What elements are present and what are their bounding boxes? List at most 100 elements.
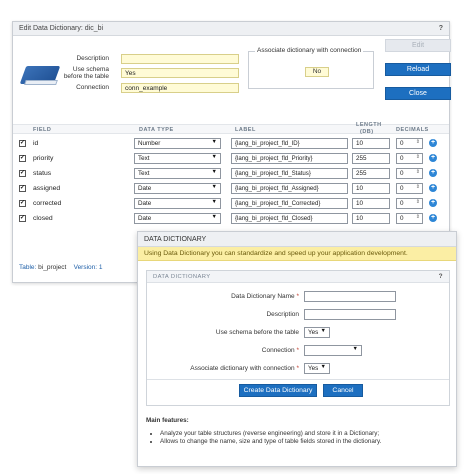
field-checkbox[interactable]: ✓ <box>19 185 26 192</box>
associate-connection-legend: Associate dictionary with connection <box>255 47 364 54</box>
add-field-icon[interactable]: + <box>429 154 437 162</box>
field-checkbox[interactable]: ✓ <box>19 155 26 162</box>
decimals-input[interactable]: 0 ⇕ <box>396 198 423 209</box>
data-type-select[interactable]: Date ▼ <box>134 213 221 224</box>
close-button[interactable]: Close <box>385 87 451 100</box>
connection-select[interactable]: ▼ <box>304 345 362 356</box>
decimals-input[interactable]: 0 ⇕ <box>396 138 423 149</box>
form-section-title: DATA DICTIONARY <box>153 273 211 280</box>
spinner-icon[interactable]: ⇕ <box>416 169 420 175</box>
dictionary-description-label: Description <box>266 311 299 318</box>
spinner-icon[interactable]: ⇕ <box>416 154 420 160</box>
connection-label: Connection <box>76 84 109 91</box>
window-titlebar: Edit Data Dictionary: dic_bi ? <box>13 22 449 36</box>
features-list: Analyze your table structures (reverse e… <box>146 430 452 445</box>
footer-table-value: bi_project <box>38 264 67 271</box>
footer-table-label: Table: <box>19 264 37 271</box>
field-name: corrected <box>33 200 62 207</box>
add-field-icon[interactable]: + <box>429 139 437 147</box>
table-row: ✓ id Number ▼ {lang_bi_project_fld_ID} 10… <box>13 137 449 152</box>
length-input[interactable]: 10 <box>352 183 390 194</box>
add-field-icon[interactable]: + <box>429 214 437 222</box>
footer-version-label: Version: <box>73 264 98 271</box>
field-checkbox[interactable]: ✓ <box>19 200 26 207</box>
chevron-down-icon: ▼ <box>211 214 217 220</box>
table-row: ✓ closed Date ▼ {lang_bi_project_fld_Clos… <box>13 212 449 227</box>
header-length: LENGTH <box>356 122 382 128</box>
data-type-select[interactable]: Text ▼ <box>134 153 221 164</box>
add-field-icon[interactable]: + <box>429 199 437 207</box>
dictionary-description-input[interactable] <box>304 309 396 320</box>
notice-text: Using Data Dictionary you can standardiz… <box>144 250 408 257</box>
header-data-type: DATA TYPE <box>139 127 174 133</box>
reload-button[interactable]: Reload <box>385 63 451 76</box>
schema-select[interactable]: Yes ▼ <box>304 327 330 338</box>
associate-connection-group: Associate dictionary with connection No <box>248 47 374 89</box>
data-type-select[interactable]: Date ▼ <box>134 198 221 209</box>
spinner-icon[interactable]: ⇕ <box>416 139 420 145</box>
table-row: ✓ status Text ▼ {lang_bi_project_fld_Stat… <box>13 167 449 182</box>
header-label: LABEL <box>235 127 256 133</box>
spinner-icon[interactable]: ⇕ <box>416 199 420 205</box>
spinner-icon[interactable]: ⇕ <box>416 184 420 190</box>
description-input[interactable] <box>121 54 239 64</box>
label-input[interactable]: {lang_bi_project_fld_ID} <box>231 138 348 149</box>
table-row: ✓ assigned Date ▼ {lang_bi_project_fld_As… <box>13 182 449 197</box>
associate-connection-value[interactable]: No <box>305 67 329 77</box>
edit-button[interactable]: Edit <box>385 39 451 52</box>
field-name: id <box>33 140 39 147</box>
label-input[interactable]: {lang_bi_project_fld_Assigned} <box>231 183 348 194</box>
dictionary-form: DATA DICTIONARY ? Data Dictionary Name *… <box>146 270 450 406</box>
decimals-input[interactable]: 0 ⇕ <box>396 213 423 224</box>
length-input[interactable]: 255 <box>352 153 390 164</box>
length-input[interactable]: 10 <box>352 213 390 224</box>
length-input[interactable]: 10 <box>352 138 390 149</box>
decimals-input[interactable]: 0 ⇕ <box>396 153 423 164</box>
cancel-button[interactable]: Cancel <box>323 384 363 397</box>
help-icon[interactable]: ? <box>439 25 443 32</box>
dictionary-connection-label: Connection * <box>261 347 299 354</box>
create-dictionary-button[interactable]: Create Data Dictionary <box>239 384 317 397</box>
field-checkbox[interactable]: ✓ <box>19 170 26 177</box>
chevron-down-icon: ▼ <box>320 328 326 334</box>
chevron-down-icon: ▼ <box>211 199 217 205</box>
table-footer: Table: bi_project Version: 1 <box>19 264 103 271</box>
field-name: closed <box>33 215 53 222</box>
schema-input[interactable]: Yes <box>121 68 239 78</box>
chevron-down-icon: ▼ <box>211 169 217 175</box>
dialog-title: DATA DICTIONARY <box>144 235 207 243</box>
associate-select[interactable]: Yes ▼ <box>304 363 330 374</box>
label-input[interactable]: {lang_bi_project_fld_Status} <box>231 168 348 179</box>
footer-version-value: 1 <box>98 264 103 271</box>
data-type-select[interactable]: Date ▼ <box>134 183 221 194</box>
length-input[interactable]: 10 <box>352 198 390 209</box>
label-input[interactable]: {lang_bi_project_fld_Priority} <box>231 153 348 164</box>
field-checkbox[interactable]: ✓ <box>19 215 26 222</box>
dictionary-name-label: Data Dictionary Name * <box>231 293 299 300</box>
connection-input[interactable]: conn_example <box>121 83 239 93</box>
list-item: Allows to change the name, size and type… <box>160 438 452 445</box>
form-divider <box>147 379 449 380</box>
decimals-input[interactable]: 0 ⇕ <box>396 183 423 194</box>
add-field-icon[interactable]: + <box>429 169 437 177</box>
features-heading: Main features: <box>146 417 189 424</box>
chevron-down-icon: ▼ <box>211 139 217 145</box>
spinner-icon[interactable]: ⇕ <box>416 214 420 220</box>
data-type-select[interactable]: Text ▼ <box>134 168 221 179</box>
field-name: priority <box>33 155 54 162</box>
features-section: Main features: Analyze your table struct… <box>146 417 452 446</box>
label-input[interactable]: {lang_bi_project_fld_Closed} <box>231 213 348 224</box>
add-field-icon[interactable]: + <box>429 184 437 192</box>
dialog-titlebar: DATA DICTIONARY <box>138 232 456 247</box>
list-item: Analyze your table structures (reverse e… <box>160 430 452 437</box>
dictionary-associate-label: Associate dictionary with connection * <box>190 365 299 372</box>
help-icon[interactable]: ? <box>439 273 443 280</box>
label-input[interactable]: {lang_bi_project_fld_Corrected} <box>231 198 348 209</box>
data-type-select[interactable]: Number ▼ <box>134 138 221 149</box>
decimals-input[interactable]: 0 ⇕ <box>396 168 423 179</box>
fields-table-header: FIELD DATA TYPE LABEL LENGTH (DB) DECIMA… <box>13 122 449 135</box>
dictionary-name-input[interactable] <box>304 291 396 302</box>
field-name: assigned <box>33 185 61 192</box>
length-input[interactable]: 255 <box>352 168 390 179</box>
field-checkbox[interactable]: ✓ <box>19 140 26 147</box>
